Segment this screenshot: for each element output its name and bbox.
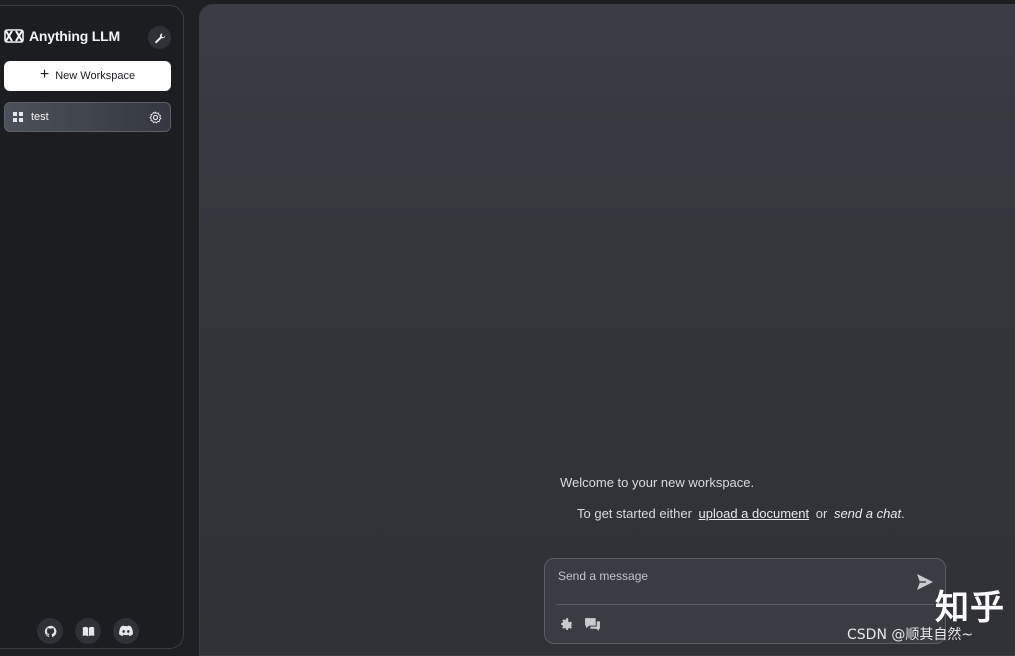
welcome-instructions: To get started either upload a document … xyxy=(577,506,905,521)
sidebar-footer xyxy=(37,618,139,644)
period-text: . xyxy=(901,506,905,521)
welcome-heading: Welcome to your new workspace. xyxy=(560,475,755,490)
upload-document-link[interactable]: upload a document xyxy=(699,506,810,521)
settings-button[interactable] xyxy=(148,26,171,49)
new-workspace-button[interactable]: + New Workspace xyxy=(4,61,171,91)
discord-button[interactable] xyxy=(113,618,139,644)
sidebar: Anything LLM + New Workspace test xyxy=(0,5,184,649)
send-icon[interactable] xyxy=(915,572,935,592)
docs-book-icon xyxy=(82,626,94,636)
gear-icon xyxy=(560,617,573,630)
wrench-icon xyxy=(154,32,165,43)
brand: Anything LLM xyxy=(4,28,120,44)
chat-bubbles-icon xyxy=(584,617,600,631)
or-text: or xyxy=(815,506,828,521)
app-name: Anything LLM xyxy=(29,28,120,44)
workspace-settings-gear-icon[interactable] xyxy=(149,110,162,124)
welcome-prefix: To get started either xyxy=(577,506,692,521)
workspace-item-test[interactable]: test xyxy=(4,102,171,132)
workspace-grid-icon xyxy=(13,112,23,122)
github-button[interactable] xyxy=(37,618,63,644)
message-input[interactable] xyxy=(556,565,900,587)
new-workspace-label: New Workspace xyxy=(55,70,136,82)
github-icon xyxy=(44,625,56,637)
composer-tools xyxy=(557,615,601,633)
plus-icon: + xyxy=(39,66,50,83)
discord-icon xyxy=(119,625,133,637)
zhihu-watermark: 知乎 xyxy=(935,588,1005,628)
chat-history-button[interactable] xyxy=(583,615,601,633)
anything-llm-logo-icon xyxy=(4,29,24,43)
workspace-label: test xyxy=(31,111,49,123)
send-chat-link[interactable]: send a chat xyxy=(834,506,901,521)
csdn-watermark: CSDN @顺其自然~ xyxy=(847,627,974,643)
composer-divider xyxy=(556,604,934,605)
chat-settings-button[interactable] xyxy=(557,615,575,633)
docs-button[interactable] xyxy=(75,618,101,644)
